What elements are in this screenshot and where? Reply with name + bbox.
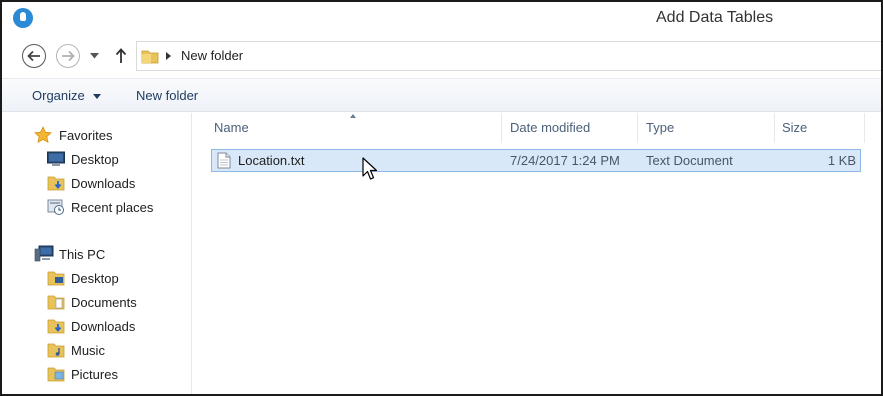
recent-locations-button[interactable]: [86, 46, 102, 66]
title-bar[interactable]: Add Data Tables: [2, 2, 881, 36]
app-icon: [13, 8, 33, 28]
column-header-size[interactable]: Size: [782, 120, 807, 135]
nav-favorites-downloads[interactable]: Downloads: [2, 172, 191, 194]
column-header-name[interactable]: Name: [214, 120, 249, 135]
music-folder-icon: [47, 343, 65, 358]
column-divider[interactable]: [774, 113, 775, 143]
arrow-left-icon: [27, 50, 40, 62]
mouse-cursor-icon: [362, 157, 378, 180]
column-divider[interactable]: [501, 113, 502, 143]
sort-ascending-icon: [350, 114, 356, 118]
chevron-down-icon: [89, 53, 99, 59]
nav-favorites-desktop[interactable]: Desktop: [2, 148, 191, 170]
recent-places-icon: [47, 199, 64, 215]
nav-favorites-desktop-label: Desktop: [71, 151, 119, 167]
window-title: Add Data Tables: [656, 9, 774, 26]
nav-recent-places[interactable]: Recent places: [2, 196, 191, 218]
nav-favorites-downloads-label: Downloads: [71, 175, 136, 191]
nav-this-pc-label: This PC: [59, 246, 106, 262]
arrow-right-icon: [62, 50, 75, 62]
up-button[interactable]: [110, 44, 132, 68]
nav-pc-desktop-label: Desktop: [71, 270, 119, 286]
documents-folder-icon: [47, 295, 65, 310]
nav-pc-music[interactable]: Music: [2, 339, 191, 361]
file-date-modified: 7/24/2017 1:24 PM: [510, 153, 620, 168]
file-type: Text Document: [646, 153, 733, 168]
file-list: Name Date modified Type Size Location.tx…: [193, 113, 881, 394]
add-data-tables-dialog: Add Data Tables New folder Organize New …: [0, 0, 883, 396]
nav-pc-music-label: Music: [71, 342, 105, 358]
back-button[interactable]: [22, 44, 46, 68]
nav-pc-desktop[interactable]: Desktop: [2, 267, 191, 289]
column-divider[interactable]: [637, 113, 638, 143]
new-folder-button[interactable]: New folder: [136, 88, 198, 103]
desktop-folder-icon: [47, 271, 65, 286]
nav-pc-downloads-label: Downloads: [71, 318, 136, 334]
breadcrumb-folder[interactable]: New folder: [181, 48, 243, 63]
address-box[interactable]: New folder: [136, 41, 881, 71]
text-file-icon: [217, 152, 231, 172]
nav-this-pc[interactable]: This PC: [2, 243, 191, 265]
breadcrumb-chevron-icon[interactable]: [166, 52, 171, 60]
desktop-icon: [47, 151, 65, 166]
nav-pc-documents[interactable]: Documents: [2, 291, 191, 313]
organize-button[interactable]: Organize: [32, 88, 85, 103]
column-divider[interactable]: [864, 113, 865, 143]
file-size: 1 KB: [827, 153, 856, 168]
forward-button[interactable]: [56, 44, 80, 68]
address-bar-row: New folder: [2, 36, 881, 78]
nav-pc-documents-label: Documents: [71, 294, 137, 310]
downloads-folder-icon: [47, 176, 65, 191]
downloads-folder-icon: [47, 319, 65, 334]
nav-favorites-label: Favorites: [59, 127, 113, 143]
chevron-down-icon[interactable]: [93, 94, 101, 99]
column-header-type[interactable]: Type: [646, 120, 674, 135]
arrow-up-icon: [115, 48, 127, 63]
file-row-selected[interactable]: Location.txt 7/24/2017 1:24 PM Text Docu…: [211, 149, 861, 172]
star-icon: [34, 126, 52, 143]
nav-favorites[interactable]: Favorites: [2, 124, 191, 146]
command-toolbar: Organize New folder: [2, 78, 881, 112]
navigation-pane: Favorites Desktop Downloads Recent place…: [2, 113, 192, 394]
file-name: Location.txt: [238, 153, 305, 168]
computer-icon: [34, 245, 54, 262]
pictures-folder-icon: [47, 367, 65, 382]
nav-recent-places-label: Recent places: [71, 199, 154, 215]
column-header-date-modified[interactable]: Date modified: [510, 120, 590, 135]
nav-pc-downloads[interactable]: Downloads: [2, 315, 191, 337]
nav-pc-pictures-label: Pictures: [71, 366, 118, 382]
folder-icon: [141, 48, 159, 67]
nav-pc-pictures[interactable]: Pictures: [2, 363, 191, 385]
